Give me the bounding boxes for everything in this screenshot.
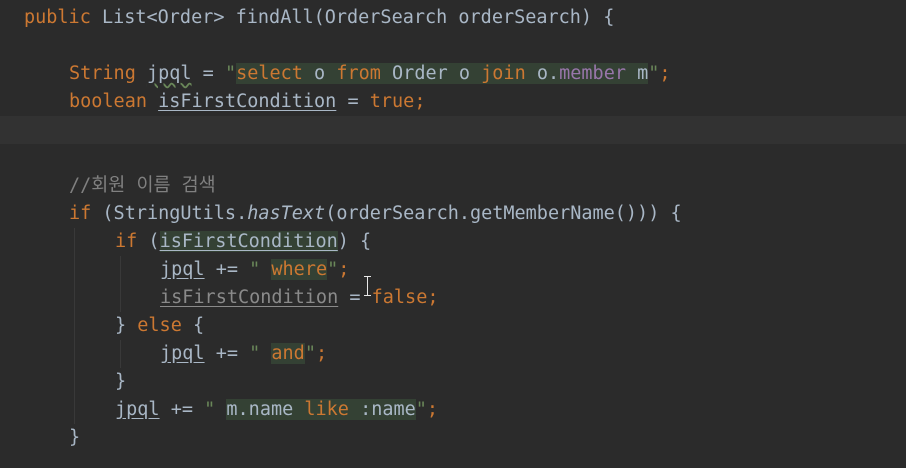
variable-jpql: jpql <box>146 63 192 84</box>
variable-jpql: jpql <box>160 259 205 280</box>
jpql-from: from <box>336 63 381 84</box>
variable-isFirstCondition: isFirstCondition <box>158 91 337 112</box>
method-name: findAll <box>235 7 314 28</box>
code-line-11[interactable]: jpql += " and"; <box>0 340 906 368</box>
semicolon: ; <box>427 287 439 308</box>
static-method-hasText: hasText <box>247 203 326 224</box>
string-quote: " <box>304 343 316 364</box>
string-quote: " <box>648 63 660 84</box>
jpql-alias: o <box>302 63 337 84</box>
code-line-3[interactable]: boolean isFirstCondition = true; <box>0 88 906 116</box>
operator: += <box>204 343 250 364</box>
jpql-where: where <box>271 259 328 280</box>
variable-jpql: jpql <box>115 399 160 420</box>
keyword-else: else <box>137 315 182 336</box>
code-line-8[interactable]: jpql += " where"; <box>0 256 906 284</box>
semicolon: ; <box>426 399 439 420</box>
jpql-select: select <box>236 63 303 84</box>
jpql-field: m.name <box>226 399 305 420</box>
code-line-10[interactable]: } else { <box>0 312 906 340</box>
jpql-like-clause: m.name like :name <box>226 399 416 420</box>
type-string: String <box>69 63 136 84</box>
variable-jpql: jpql <box>160 343 205 364</box>
code-line-2[interactable]: String jpql = "select o from Order o joi… <box>0 60 906 88</box>
keyword-if: if <box>115 231 138 252</box>
semicolon: ; <box>659 63 671 84</box>
type-boolean: boolean <box>69 91 147 112</box>
keyword-public: public <box>24 7 91 28</box>
text-ibeam-cursor-icon <box>364 276 372 296</box>
operator: = <box>191 63 225 84</box>
jpql-and: and <box>271 343 305 364</box>
string-quote: " <box>249 343 272 364</box>
jpql-entity: Order o <box>380 63 482 84</box>
literal-false: false <box>371 287 428 308</box>
brace-close: } <box>115 315 138 336</box>
code-line-5[interactable]: //회원 이름 검색 <box>0 172 906 200</box>
code-line-7[interactable]: if (isFirstCondition) { <box>0 228 906 256</box>
paren-open: ( <box>137 231 160 252</box>
method-params: (OrderSearch orderSearch) { <box>313 7 615 28</box>
class-ref: (StringUtils. <box>91 203 248 224</box>
jpql-join: join <box>481 63 526 84</box>
variable-isFirstCondition: isFirstCondition <box>160 287 339 308</box>
return-type: List<Order> <box>101 7 225 28</box>
semicolon: ; <box>414 91 426 112</box>
jpql-param: :name <box>348 399 416 420</box>
operator: += <box>204 259 250 280</box>
code-line-12[interactable]: } <box>0 368 906 396</box>
string-quote: " <box>415 399 427 420</box>
keyword-if: if <box>69 203 92 224</box>
code-line-14[interactable]: } <box>0 424 906 452</box>
string-quote: " <box>249 259 272 280</box>
code-line-6[interactable]: if (StringUtils.hasText(orderSearch.getM… <box>0 200 906 228</box>
brace-close: } <box>115 371 127 392</box>
brace-open: { <box>181 315 205 336</box>
code-line-1[interactable]: public List<Order> findAll(OrderSearch o… <box>0 4 906 32</box>
jpql-string-literal: select o from Order o join o.member m <box>236 63 649 84</box>
comment: //회원 이름 검색 <box>69 175 216 196</box>
variable-isFirstCondition: isFirstCondition <box>159 231 338 252</box>
operator: = <box>336 91 370 112</box>
paren-close: ) { <box>337 231 372 252</box>
code-line-4-empty[interactable] <box>0 116 906 144</box>
code-editor[interactable]: public List<Order> findAll(OrderSearch o… <box>0 0 906 468</box>
jpql-like: like <box>304 399 349 420</box>
string-quote: " <box>327 259 339 280</box>
code-line-9[interactable]: isFirstCondition = false; <box>0 284 906 312</box>
jpql-member-field: member <box>559 63 626 84</box>
semicolon: ; <box>338 259 350 280</box>
semicolon: ; <box>315 343 328 364</box>
brace-close: } <box>69 427 81 448</box>
code-line-13[interactable]: jpql += " m.name like :name"; <box>0 396 906 424</box>
string-quote: " <box>224 63 237 84</box>
jpql-join-path: o. <box>525 63 560 84</box>
string-quote: " <box>204 399 227 420</box>
operator: += <box>159 399 205 420</box>
literal-true: true <box>369 91 415 112</box>
method-args: (orderSearch.getMemberName())) { <box>325 203 682 224</box>
jpql-member-alias: m <box>625 63 649 84</box>
